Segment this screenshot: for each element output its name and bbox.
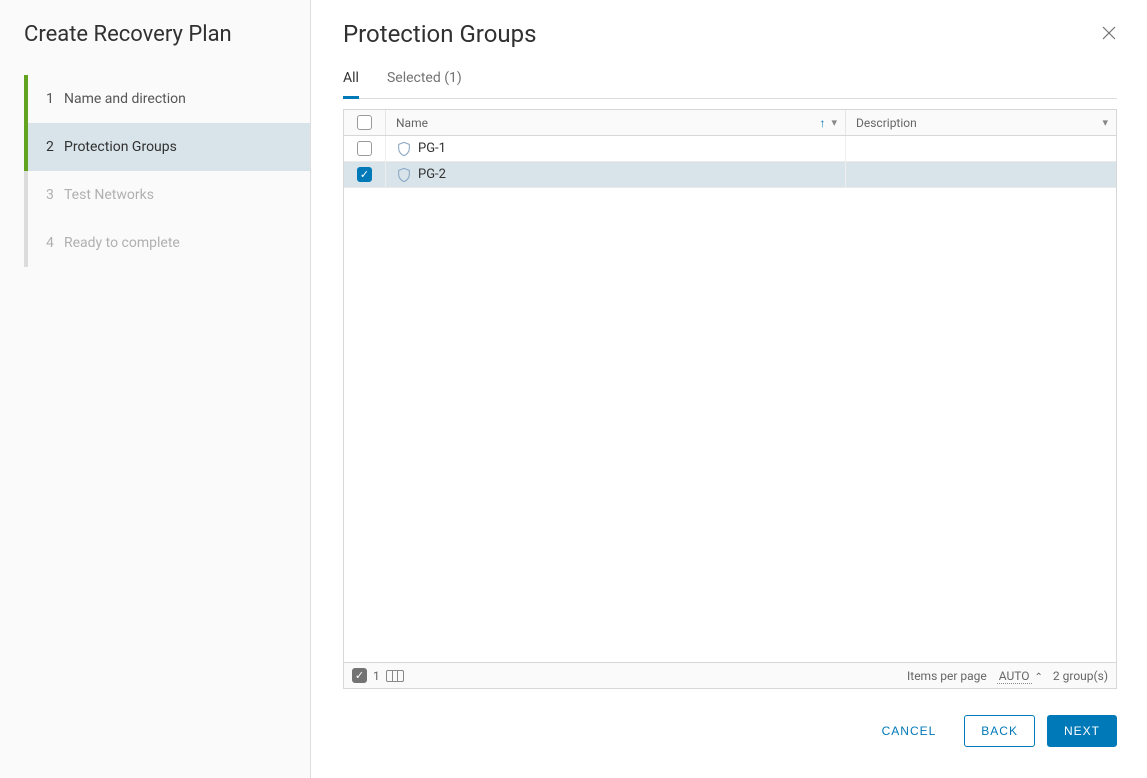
step-number: 1 <box>46 91 64 107</box>
row-desc-cell <box>846 136 1116 161</box>
column-name[interactable]: Name ↑ ▾ <box>386 110 846 135</box>
step-number: 2 <box>46 139 64 155</box>
step-number: 3 <box>46 187 64 203</box>
chevron-up-icon: ⌃ <box>1035 672 1043 683</box>
footer-buttons: CANCEL BACK NEXT <box>311 689 1147 771</box>
step-label: Name and direction <box>64 91 186 107</box>
back-button[interactable]: BACK <box>964 715 1035 747</box>
step-test-networks: 3 Test Networks <box>24 171 310 219</box>
select-all-checkbox[interactable] <box>357 115 372 130</box>
table-row[interactable]: PG-2 <box>344 162 1116 188</box>
row-check-cell <box>344 162 386 187</box>
selection-indicator-icon <box>352 668 367 683</box>
step-label: Ready to complete <box>64 235 180 251</box>
wizard-title: Create Recovery Plan <box>0 22 310 75</box>
tabs: All Selected (1) <box>343 60 1117 99</box>
footer-left: 1 <box>352 668 404 683</box>
tab-selected[interactable]: Selected (1) <box>387 60 462 98</box>
table-footer: 1 Items per page AUTO ⌃ 2 group(s) <box>344 662 1116 688</box>
cancel-button[interactable]: CANCEL <box>866 715 953 747</box>
close-icon <box>1101 25 1117 41</box>
filter-icon[interactable]: ▾ <box>1102 116 1108 129</box>
column-description[interactable]: Description ▾ <box>846 110 1116 135</box>
total-count: 2 group(s) <box>1053 669 1108 683</box>
shield-icon <box>396 167 412 183</box>
step-number: 4 <box>46 235 64 251</box>
table-header: Name ↑ ▾ Description ▾ <box>344 110 1116 136</box>
table-body: PG-1 PG-2 <box>344 136 1116 662</box>
filter-icon[interactable]: ▾ <box>831 116 837 129</box>
page-title: Protection Groups <box>343 20 536 48</box>
row-checkbox[interactable] <box>357 167 372 182</box>
row-name: PG-1 <box>418 141 446 156</box>
shield-icon <box>396 141 412 157</box>
column-name-label: Name <box>396 116 428 130</box>
main-panel: Protection Groups All Selected (1) Name … <box>311 0 1147 778</box>
selected-count: 1 <box>373 669 380 683</box>
row-name-cell: PG-1 <box>386 136 846 161</box>
items-per-page-select[interactable]: AUTO ⌃ <box>997 669 1043 683</box>
sort-asc-icon[interactable]: ↑ <box>819 116 825 130</box>
row-checkbox[interactable] <box>357 141 372 156</box>
row-name: PG-2 <box>418 167 446 182</box>
step-protection-groups[interactable]: 2 Protection Groups <box>24 123 310 171</box>
protection-groups-table: Name ↑ ▾ Description ▾ PG-1 <box>343 109 1117 689</box>
tab-all[interactable]: All <box>343 60 359 99</box>
row-desc-cell <box>846 162 1116 187</box>
step-ready-complete: 4 Ready to complete <box>24 219 310 267</box>
select-all-cell <box>344 110 386 135</box>
row-name-cell: PG-2 <box>386 162 846 187</box>
columns-icon[interactable] <box>386 670 404 682</box>
wizard-steps: 1 Name and direction 2 Protection Groups… <box>24 75 310 267</box>
table-row[interactable]: PG-1 <box>344 136 1116 162</box>
step-label: Protection Groups <box>64 139 177 155</box>
row-check-cell <box>344 136 386 161</box>
items-per-page-label: Items per page <box>907 669 987 683</box>
next-button[interactable]: NEXT <box>1047 715 1117 747</box>
step-name-direction[interactable]: 1 Name and direction <box>24 75 310 123</box>
step-label: Test Networks <box>64 187 154 203</box>
footer-right: Items per page AUTO ⌃ 2 group(s) <box>907 669 1108 683</box>
close-button[interactable] <box>1101 22 1117 46</box>
main-header: Protection Groups <box>311 0 1147 60</box>
column-description-label: Description <box>856 116 917 130</box>
wizard-sidebar: Create Recovery Plan 1 Name and directio… <box>0 0 311 778</box>
